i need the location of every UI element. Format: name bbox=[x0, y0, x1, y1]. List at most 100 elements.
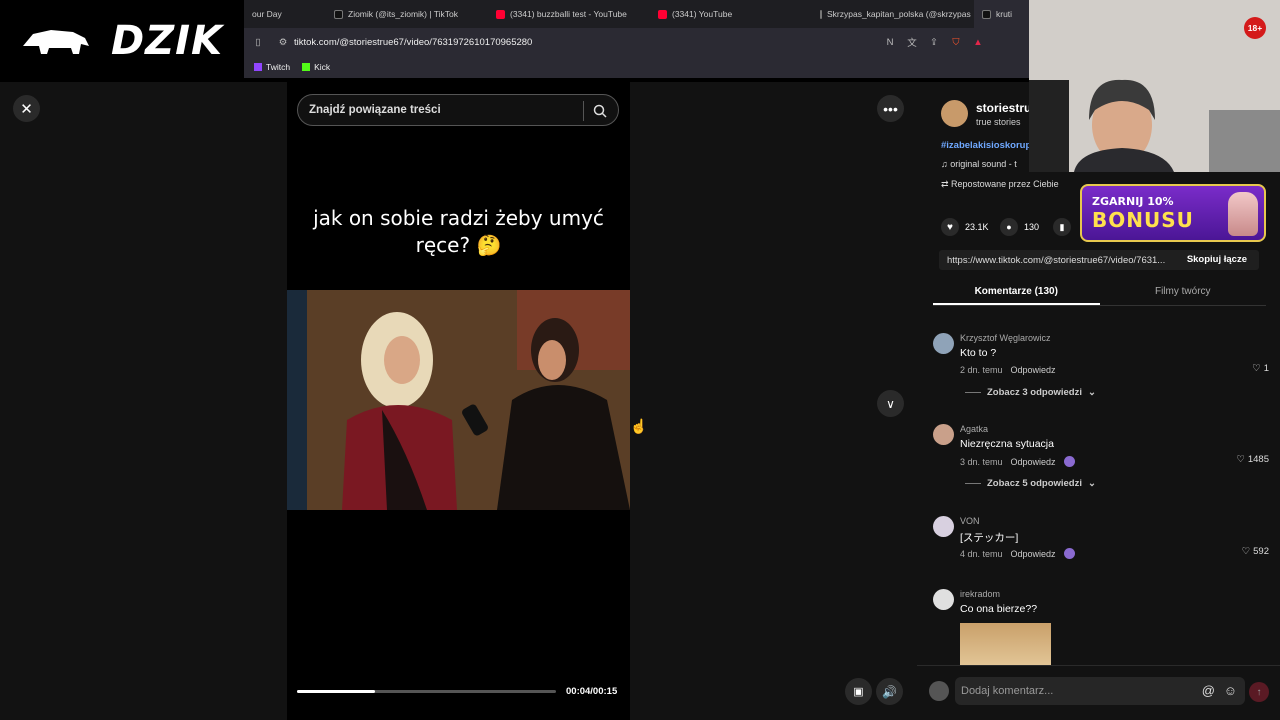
tab-comments[interactable]: Komentarze (130) bbox=[933, 280, 1100, 305]
author-avatar[interactable] bbox=[941, 100, 968, 127]
address-bar: ▯ ⚙ tiktok.com/@storiestrue67/video/7631… bbox=[244, 28, 1029, 56]
author-name[interactable]: storiestru bbox=[976, 101, 1031, 115]
view-replies[interactable]: Zobacz 5 odpowiedzi ⌄ bbox=[965, 478, 1096, 489]
youtube-icon bbox=[658, 9, 667, 19]
pip-button[interactable]: ▣ bbox=[845, 678, 872, 705]
browser-tab[interactable]: Ziomik (@its_ziomik) | TikTok bbox=[326, 0, 488, 28]
search-icon[interactable] bbox=[593, 104, 607, 118]
brave-shield-icon[interactable]: ⛉ bbox=[945, 37, 967, 48]
reply-button[interactable]: Odpowiedz bbox=[1011, 549, 1056, 559]
view-replies[interactable]: Zobacz 3 odpowiedzi ⌄ bbox=[965, 387, 1096, 398]
comment-author[interactable]: Agatka bbox=[960, 424, 988, 434]
heart-outline-icon: ♡ bbox=[1236, 454, 1245, 465]
related-search-input[interactable]: Znajdź powiązane treści bbox=[297, 94, 619, 126]
comment-image[interactable] bbox=[960, 623, 1051, 665]
avatar[interactable] bbox=[933, 516, 954, 537]
heart-outline-icon: ♡ bbox=[1241, 546, 1251, 557]
bookmarks-bar: Twitch Kick bbox=[244, 56, 1029, 78]
chevron-down-icon: ∨ bbox=[886, 396, 895, 411]
reader-icon[interactable]: N bbox=[879, 37, 901, 48]
video-time: 00:04/00:15 bbox=[566, 686, 618, 697]
author-subtitle: true stories bbox=[976, 117, 1021, 127]
video-frame-image bbox=[287, 290, 630, 510]
progress-fill bbox=[297, 690, 375, 693]
comment-likes[interactable]: ♡ 592 bbox=[1242, 546, 1269, 557]
video-frame[interactable] bbox=[287, 290, 630, 510]
emoji-icon[interactable]: ☺ bbox=[1224, 683, 1237, 698]
share-url[interactable]: https://www.tiktok.com/@storiestrue67/vi… bbox=[947, 255, 1165, 266]
hashtag-link[interactable]: #izabelakisioskorup bbox=[941, 140, 1031, 151]
comment-action[interactable]: ● 130 bbox=[1000, 218, 1039, 236]
next-video-button[interactable]: ∨ bbox=[877, 390, 904, 417]
bookmark-twitch[interactable]: Twitch bbox=[254, 62, 290, 72]
webcam-image bbox=[1029, 0, 1280, 172]
comment-item: Krzysztof Węglarowicz Kto to ? 2 dn. tem… bbox=[933, 333, 1273, 409]
bonus-banner: ZGARNIJ 10% BONUSU bbox=[1080, 184, 1266, 242]
like-action[interactable]: ♥ 23.1K bbox=[941, 218, 989, 236]
bookmark-icon[interactable]: ▯ bbox=[244, 37, 272, 48]
divider bbox=[583, 101, 584, 121]
more-options-button[interactable]: ••• bbox=[877, 95, 904, 122]
video-caption: jak on sobie radzi żeby umyć ręce? 🤔 bbox=[313, 206, 604, 257]
comment-time: 4 dn. temu bbox=[960, 548, 1003, 559]
browser-tab-bar: our Day Ziomik (@its_ziomik) | TikTok (3… bbox=[244, 0, 1029, 28]
comment-input[interactable]: Dodaj komentarz... @ ☺ bbox=[955, 677, 1245, 705]
dzik-logo: DZIK bbox=[0, 0, 244, 82]
current-user-avatar bbox=[929, 681, 949, 701]
avatar[interactable] bbox=[933, 424, 954, 445]
sound-link[interactable]: ♫ original sound - t bbox=[941, 159, 1017, 169]
chevron-down-icon: ⌄ bbox=[1088, 387, 1096, 398]
url-text[interactable]: tiktok.com/@storiestrue67/video/76319726… bbox=[294, 37, 879, 48]
pip-icon: ▣ bbox=[853, 686, 864, 698]
boar-icon bbox=[22, 30, 89, 54]
comment-item: irekradom Co ona bierze?? bbox=[933, 589, 1273, 665]
brave-rewards-icon[interactable]: ▲ bbox=[967, 37, 989, 48]
logo-text: DZIK bbox=[110, 18, 224, 64]
browser-tab[interactable]: (3341) buzzballi test - YouTube bbox=[488, 0, 650, 28]
volume-button[interactable]: 🔊 bbox=[876, 678, 903, 705]
copy-link-button[interactable]: Skopiuj łącze bbox=[1187, 254, 1247, 265]
comment-time: 2 dn. temu bbox=[960, 365, 1003, 375]
translate-icon[interactable]: 文 bbox=[901, 35, 923, 49]
comment-text: Niezręczna sytuacja bbox=[960, 438, 1054, 450]
browser-tab-active[interactable]: kruti bbox=[974, 0, 1029, 28]
heart-outline-icon: ♡ bbox=[1252, 363, 1261, 374]
post-comment-button[interactable]: ↑ bbox=[1249, 682, 1269, 702]
comment-likes[interactable]: ♡ 1 bbox=[1252, 363, 1269, 374]
comment-time: 3 dn. temu bbox=[960, 456, 1003, 467]
comment-item: VON [ステッカー] 4 dn. temu Odpowiedz ♡ 592 bbox=[933, 516, 1273, 566]
age-badge: 18+ bbox=[1244, 17, 1266, 39]
comment-author[interactable]: VON bbox=[960, 516, 980, 526]
browser-tab[interactable]: (3341) YouTube bbox=[650, 0, 812, 28]
divider bbox=[965, 392, 981, 393]
comment-meta: 4 dn. temu Odpowiedz bbox=[960, 548, 1075, 559]
divider bbox=[965, 483, 981, 484]
youtube-icon bbox=[496, 9, 505, 19]
close-button[interactable]: ✕ bbox=[13, 95, 40, 122]
comment-author[interactable]: irekradom bbox=[960, 589, 1000, 599]
save-action[interactable]: ▮ bbox=[1053, 218, 1071, 236]
reply-button[interactable]: Odpowiedz bbox=[1011, 365, 1056, 375]
comment-meta: 3 dn. temu Odpowiedz bbox=[960, 456, 1075, 467]
repost-status: ⇄ Repostowane przez Ciebie bbox=[941, 179, 1059, 189]
creator-like-avatar bbox=[1063, 548, 1075, 559]
avatar[interactable] bbox=[933, 333, 954, 354]
site-info-icon[interactable]: ⚙ bbox=[272, 37, 294, 48]
comment-text: [ステッカー] bbox=[960, 532, 1019, 544]
bookmark-kick[interactable]: Kick bbox=[302, 62, 330, 72]
mention-icon[interactable]: @ bbox=[1202, 683, 1215, 698]
tiktok-icon bbox=[334, 9, 343, 19]
reply-button[interactable]: Odpowiedz bbox=[1011, 457, 1056, 467]
browser-tab[interactable]: our Day bbox=[244, 0, 326, 28]
comment-author[interactable]: Krzysztof Węglarowicz bbox=[960, 333, 1051, 343]
comment-placeholder: Dodaj komentarz... bbox=[961, 685, 1054, 697]
browser-tab[interactable]: Skrzypas_kapitan_polska (@skrzypas bbox=[812, 0, 974, 28]
comment-likes[interactable]: ♡ 1485 bbox=[1236, 454, 1269, 465]
share-icon[interactable]: ⇪ bbox=[923, 37, 945, 48]
comment-item: Agatka Niezręczna sytuacja 3 dn. temu Od… bbox=[933, 424, 1273, 500]
tab-creator-videos[interactable]: Filmy twórcy bbox=[1100, 280, 1267, 305]
chevron-down-icon: ⌄ bbox=[1088, 478, 1096, 489]
repost-icon: ⇄ bbox=[941, 179, 952, 189]
comment-text: Kto to ? bbox=[960, 347, 997, 359]
avatar[interactable] bbox=[933, 589, 954, 610]
